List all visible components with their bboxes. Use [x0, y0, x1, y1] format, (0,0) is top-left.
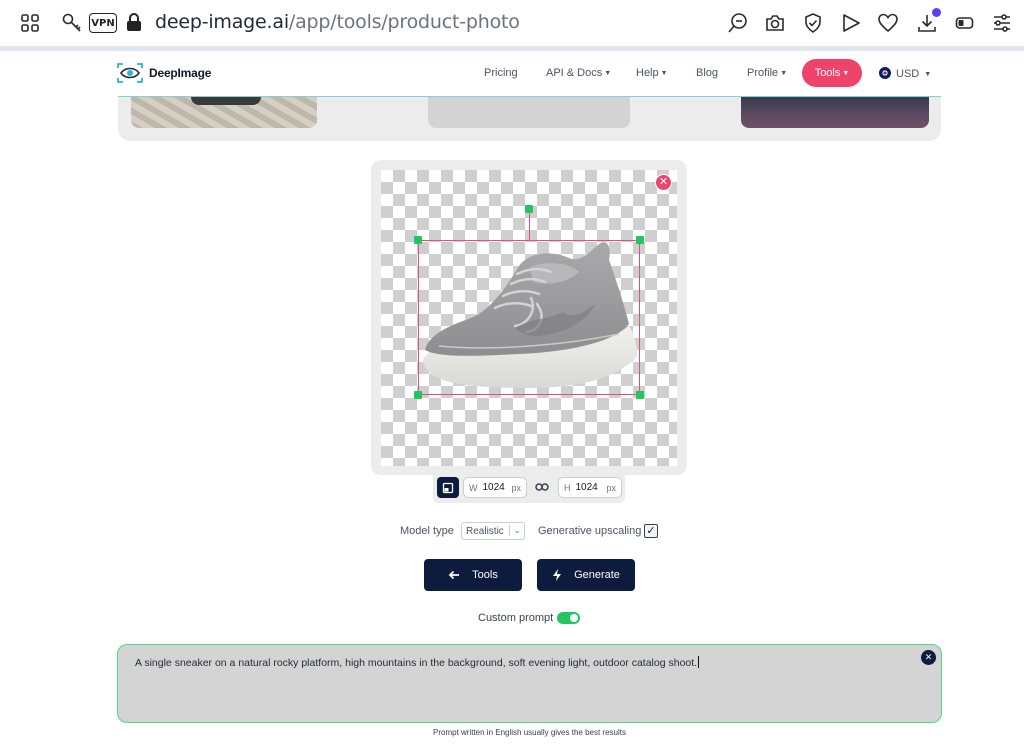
custom-prompt-label: Custom prompt: [478, 612, 554, 624]
clear-prompt-button[interactable]: ✕: [921, 650, 936, 665]
caret-down-icon: ▼: [924, 71, 932, 78]
height-field[interactable]: H 1024 px: [558, 477, 622, 498]
currency-selector[interactable]: USD ▼: [879, 67, 931, 80]
width-value: 1024: [482, 482, 505, 493]
send-icon[interactable]: [840, 12, 862, 34]
address-bar[interactable]: deep-image.ai/app/tools/product-photo: [155, 11, 520, 33]
nav-help[interactable]: Help ▼: [636, 67, 668, 79]
generative-upscaling-checkbox[interactable]: ✓: [644, 524, 658, 538]
generative-upscaling-label: Generative upscaling: [538, 525, 642, 537]
caret-down-icon: ▼: [604, 70, 612, 77]
prompt-text[interactable]: A single sneaker on a natural rocky plat…: [135, 656, 905, 669]
height-unit: px: [606, 482, 616, 493]
nav-tools-button[interactable]: Tools ▼: [802, 59, 862, 87]
height-value: 1024: [575, 482, 598, 493]
close-icon: ✕: [658, 176, 669, 188]
selection-box[interactable]: [418, 240, 640, 395]
shield-check-icon[interactable]: [802, 12, 824, 34]
nav-help-label: Help: [636, 67, 659, 79]
camera-icon[interactable]: [764, 12, 786, 34]
easy-setup-icon[interactable]: [991, 12, 1013, 34]
site-logo[interactable]: DeepImage: [117, 63, 211, 83]
nav-blog[interactable]: Blog: [696, 67, 718, 79]
preset-thumbnail[interactable]: [741, 97, 929, 128]
caret-down-icon: ▼: [780, 70, 788, 77]
generate-button[interactable]: Generate: [537, 559, 635, 591]
close-icon: ✕: [924, 652, 933, 662]
preset-thumbnail[interactable]: [131, 97, 317, 128]
caret-down-icon: ▼: [842, 69, 850, 77]
speed-dial-icon[interactable]: [20, 13, 40, 33]
custom-prompt-toggle[interactable]: [557, 612, 580, 624]
width-label: W: [469, 482, 478, 493]
battery-saver-icon[interactable]: [954, 12, 976, 34]
search-zoom-icon[interactable]: [727, 12, 749, 34]
lightning-icon: [553, 569, 562, 581]
logo-eye-icon: [117, 63, 143, 83]
width-unit: px: [511, 482, 521, 493]
uk-flag-icon: [879, 67, 891, 79]
prompt-hint: Prompt written in English usually gives …: [433, 728, 626, 737]
url-path: /app/tools/product-photo: [288, 11, 520, 33]
height-label: H: [564, 482, 571, 493]
nav-api-docs-label: API & Docs: [546, 67, 603, 79]
link-dimensions-icon[interactable]: [535, 481, 549, 493]
lock-icon[interactable]: [125, 11, 143, 33]
remove-image-button[interactable]: ✕: [655, 174, 672, 191]
resize-handle-top-left[interactable]: [414, 236, 422, 244]
url-domain: deep-image.ai: [155, 11, 289, 33]
generate-label: Generate: [574, 569, 620, 581]
chevron-down-icon: ⌄: [509, 525, 521, 536]
rotate-handle[interactable]: [525, 205, 533, 213]
header-divider: [118, 96, 941, 97]
model-type-value: Realistic: [466, 525, 504, 537]
rotate-guide: [529, 209, 530, 240]
download-notification-dot: [932, 8, 941, 17]
model-type-select[interactable]: Realistic ⌄: [461, 522, 525, 540]
resize-handle-top-right[interactable]: [636, 236, 644, 244]
currency-label: USD: [896, 68, 920, 80]
checkmark-icon: ✓: [646, 524, 656, 537]
back-to-tools-button[interactable]: Tools: [424, 559, 522, 591]
width-field[interactable]: W 1024 px: [463, 477, 527, 498]
fit-canvas-button[interactable]: [437, 477, 459, 498]
resize-handle-bottom-left[interactable]: [414, 391, 422, 399]
heart-icon[interactable]: [877, 12, 899, 34]
caret-down-icon: ▼: [660, 70, 668, 77]
resize-handle-bottom-right[interactable]: [636, 391, 644, 399]
nav-profile-label: Profile: [747, 67, 779, 79]
crop-icon: [442, 482, 454, 493]
nav-profile[interactable]: Profile ▼: [747, 67, 787, 79]
nav-pricing[interactable]: Pricing: [484, 67, 518, 79]
preset-thumbnail[interactable]: [428, 97, 630, 128]
arrow-left-icon: [448, 570, 460, 580]
model-type-label: Model type: [400, 525, 454, 537]
vpn-badge[interactable]: VPN: [89, 13, 117, 33]
back-to-tools-label: Tools: [472, 569, 498, 581]
key-icon[interactable]: [61, 12, 83, 34]
logo-text: DeepImage: [149, 66, 212, 80]
nav-api-docs[interactable]: API & Docs ▼: [546, 67, 611, 79]
nav-tools-label: Tools: [814, 67, 841, 79]
